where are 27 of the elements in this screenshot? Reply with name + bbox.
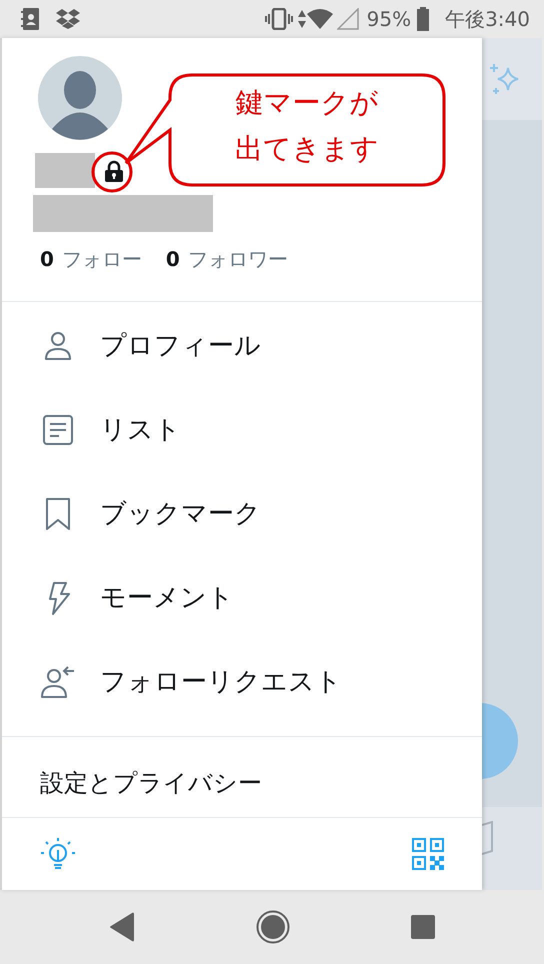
home-button[interactable]: [256, 910, 290, 944]
followers-count: 0: [166, 246, 180, 273]
settings-link[interactable]: 設定とプライバシー: [40, 769, 262, 798]
dropbox-icon: [56, 8, 80, 30]
signal-icon: [336, 8, 359, 30]
back-button[interactable]: [108, 912, 135, 942]
data-arrows-icon: [296, 9, 307, 29]
qr-code-icon[interactable]: [412, 838, 444, 870]
menu-item[interactable]: ブックマーク: [100, 494, 261, 534]
recents-button[interactable]: [411, 915, 436, 939]
following-link[interactable]: フォロー: [62, 244, 142, 274]
followers-link[interactable]: フォロワー: [188, 244, 288, 274]
menu-item[interactable]: プロフィール: [100, 326, 261, 366]
menu-item[interactable]: フォローリクエスト: [100, 662, 342, 702]
callout-text: 鍵マークが: [234, 85, 380, 121]
redacted-name: [35, 153, 95, 188]
menu-item[interactable]: モーメント: [100, 578, 234, 618]
mail-icon[interactable]: [482, 821, 496, 855]
person-arrow-icon: [40, 664, 76, 700]
vibrate-icon: [264, 8, 293, 30]
battery-percent: 95%: [366, 6, 412, 33]
clock: 午後3:40: [445, 6, 530, 33]
callout-text: 出てきます: [234, 131, 380, 167]
contacts-icon: [20, 7, 40, 31]
menu-item[interactable]: リスト: [100, 410, 181, 450]
battery-icon: [417, 7, 430, 31]
following-count: 0: [40, 246, 54, 273]
